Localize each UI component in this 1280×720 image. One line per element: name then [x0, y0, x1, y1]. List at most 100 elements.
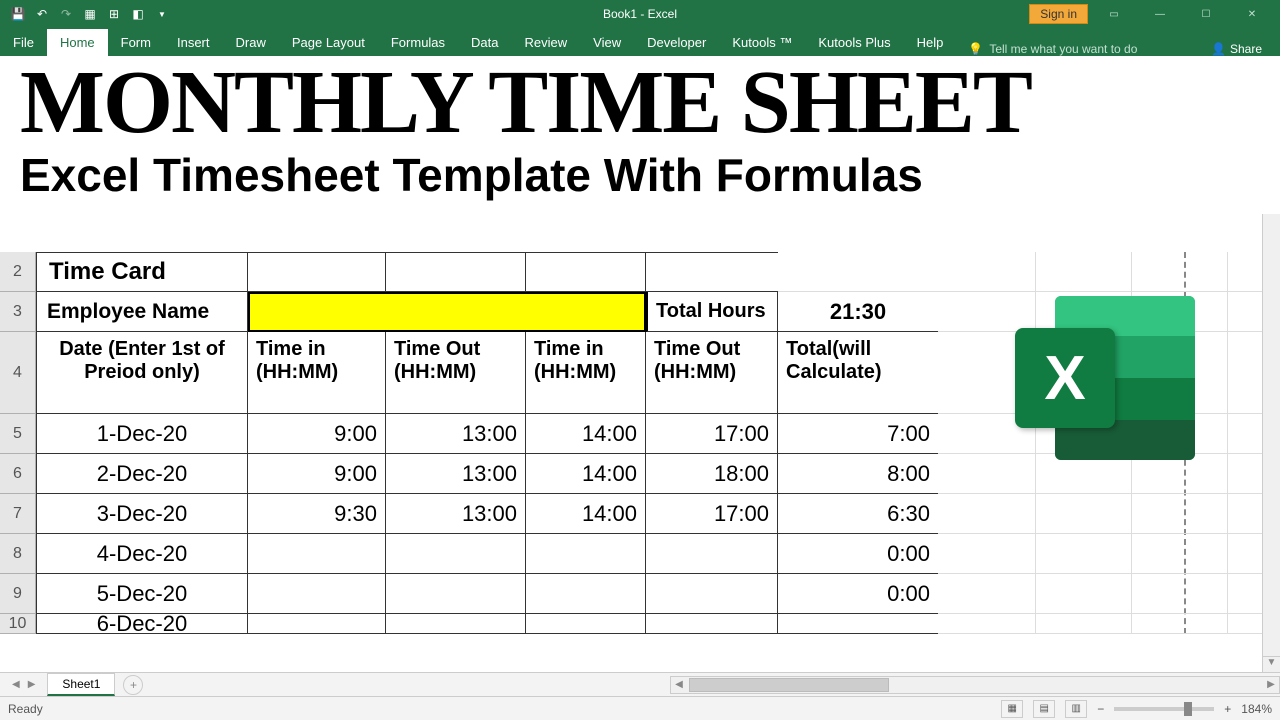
hdr-total[interactable]: Total(will Calculate)	[778, 332, 938, 414]
cell-tout1-9[interactable]	[386, 574, 526, 614]
cell-f2[interactable]	[778, 252, 938, 292]
horizontal-scrollbar[interactable]: ◀ ▶	[670, 676, 1280, 694]
cell-tout1-10[interactable]	[386, 614, 526, 634]
view-pagebreak-icon[interactable]: ▥	[1065, 700, 1087, 718]
qat-customize-icon[interactable]: ▼	[154, 6, 170, 22]
cell-tin2-7[interactable]: 14:00	[526, 494, 646, 534]
tab-kutools[interactable]: Kutools ™	[719, 29, 805, 56]
share-button[interactable]: 👤 Share	[1193, 42, 1280, 56]
add-sheet-button[interactable]: +	[123, 675, 143, 695]
tab-developer[interactable]: Developer	[634, 29, 719, 56]
row-header-9[interactable]: 9	[0, 574, 35, 614]
zoom-out-icon[interactable]: −	[1097, 702, 1104, 716]
close-icon[interactable]: ✕	[1232, 2, 1272, 26]
cell-total-6[interactable]: 8:00	[778, 454, 938, 494]
row-header-4[interactable]: 4	[0, 332, 35, 414]
cell-tout2-9[interactable]	[646, 574, 778, 614]
cell-tin2-8[interactable]	[526, 534, 646, 574]
redo-icon[interactable]: ↷	[58, 6, 74, 22]
prev-sheet-icon[interactable]: ◀	[12, 679, 20, 690]
cell-date-6[interactable]: 2-Dec-20	[36, 454, 248, 494]
cell-total-5[interactable]: 7:00	[778, 414, 938, 454]
next-sheet-icon[interactable]: ▶	[28, 679, 36, 690]
cell-tin2-9[interactable]	[526, 574, 646, 614]
zoom-slider[interactable]	[1114, 707, 1214, 711]
cell-date-9[interactable]: 5-Dec-20	[36, 574, 248, 614]
tab-pagelayout[interactable]: Page Layout	[279, 29, 378, 56]
tab-kutoolsplus[interactable]: Kutools Plus	[805, 29, 903, 56]
hdr-timeout2[interactable]: Time Out (HH:MM)	[646, 332, 778, 414]
qat-icon-1[interactable]: ▦	[82, 6, 98, 22]
tab-file[interactable]: File	[0, 29, 47, 56]
row-header-3[interactable]: 3	[0, 292, 35, 332]
undo-icon[interactable]: ↶	[34, 6, 50, 22]
cell-tin1-5[interactable]: 9:00	[248, 414, 386, 454]
zoom-level[interactable]: 184%	[1241, 702, 1272, 716]
cell-tin2-10[interactable]	[526, 614, 646, 634]
cell-date-8[interactable]: 4-Dec-20	[36, 534, 248, 574]
scroll-right-icon[interactable]: ▶	[1263, 679, 1279, 690]
row-header-7[interactable]: 7	[0, 494, 35, 534]
cell-total-10[interactable]	[778, 614, 938, 634]
cell-date-5[interactable]: 1-Dec-20	[36, 414, 248, 454]
cell-tin1-6[interactable]: 9:00	[248, 454, 386, 494]
qat-icon-2[interactable]: ⊞	[106, 6, 122, 22]
hdr-timeout1[interactable]: Time Out (HH:MM)	[386, 332, 526, 414]
tab-insert[interactable]: Insert	[164, 29, 223, 56]
ribbon-options-icon[interactable]: ▭	[1094, 2, 1134, 26]
sheet-nav-arrows[interactable]: ◀▶	[0, 679, 47, 690]
cell-tin1-9[interactable]	[248, 574, 386, 614]
cell-tout2-8[interactable]	[646, 534, 778, 574]
hdr-timein1[interactable]: Time in (HH:MM)	[248, 332, 386, 414]
row-header-2[interactable]: 2	[0, 252, 35, 292]
cell-b2[interactable]	[248, 252, 386, 292]
tab-form[interactable]: Form	[108, 29, 164, 56]
tab-review[interactable]: Review	[512, 29, 581, 56]
zoom-in-icon[interactable]: +	[1224, 702, 1231, 716]
cell-tout2-6[interactable]: 18:00	[646, 454, 778, 494]
cell-timecard[interactable]: Time Card	[36, 252, 248, 292]
tab-view[interactable]: View	[580, 29, 634, 56]
scroll-left-icon[interactable]: ◀	[671, 679, 687, 690]
sheet-tab-sheet1[interactable]: Sheet1	[47, 673, 115, 696]
cell-tout2-7[interactable]: 17:00	[646, 494, 778, 534]
tab-draw[interactable]: Draw	[223, 29, 279, 56]
tab-home[interactable]: Home	[47, 29, 108, 56]
cell-total-hours-value[interactable]: 21:30	[778, 292, 938, 332]
cell-date-7[interactable]: 3-Dec-20	[36, 494, 248, 534]
hdr-date[interactable]: Date (Enter 1st of Preiod only)	[36, 332, 248, 414]
cell-c2[interactable]	[386, 252, 526, 292]
cell-date-10[interactable]: 6-Dec-20	[36, 614, 248, 634]
cell-tout1-8[interactable]	[386, 534, 526, 574]
cell-tin2-5[interactable]: 14:00	[526, 414, 646, 454]
minimize-icon[interactable]: —	[1140, 2, 1180, 26]
cell-tout1-7[interactable]: 13:00	[386, 494, 526, 534]
cell-tin1-7[interactable]: 9:30	[248, 494, 386, 534]
cell-tout1-6[interactable]: 13:00	[386, 454, 526, 494]
cell-tout1-5[interactable]: 13:00	[386, 414, 526, 454]
cell-total-hours-label[interactable]: Total Hours	[646, 292, 778, 332]
cell-tin1-8[interactable]	[248, 534, 386, 574]
cell-tin2-6[interactable]: 14:00	[526, 454, 646, 494]
view-normal-icon[interactable]: ▦	[1001, 700, 1023, 718]
row-header-10[interactable]: 10	[0, 614, 35, 634]
tab-help[interactable]: Help	[904, 29, 957, 56]
cell-employee-name-input[interactable]	[248, 292, 646, 332]
signin-button[interactable]: Sign in	[1029, 4, 1088, 24]
cell-total-8[interactable]: 0:00	[778, 534, 938, 574]
hscroll-thumb[interactable]	[689, 678, 889, 692]
view-pagelayout-icon[interactable]: ▤	[1033, 700, 1055, 718]
cell-total-7[interactable]: 6:30	[778, 494, 938, 534]
hdr-timein2[interactable]: Time in (HH:MM)	[526, 332, 646, 414]
cell-tin1-10[interactable]	[248, 614, 386, 634]
row-header-5[interactable]: 5	[0, 414, 35, 454]
zoom-thumb[interactable]	[1184, 702, 1192, 716]
maximize-icon[interactable]: ☐	[1186, 2, 1226, 26]
cell-tout2-10[interactable]	[646, 614, 778, 634]
row-header-8[interactable]: 8	[0, 534, 35, 574]
save-icon[interactable]: 💾	[10, 6, 26, 22]
cell-employee-name-label[interactable]: Employee Name	[36, 292, 248, 332]
tab-data[interactable]: Data	[458, 29, 511, 56]
scroll-down-icon[interactable]: ▼	[1263, 656, 1280, 672]
cell-d2[interactable]	[526, 252, 646, 292]
